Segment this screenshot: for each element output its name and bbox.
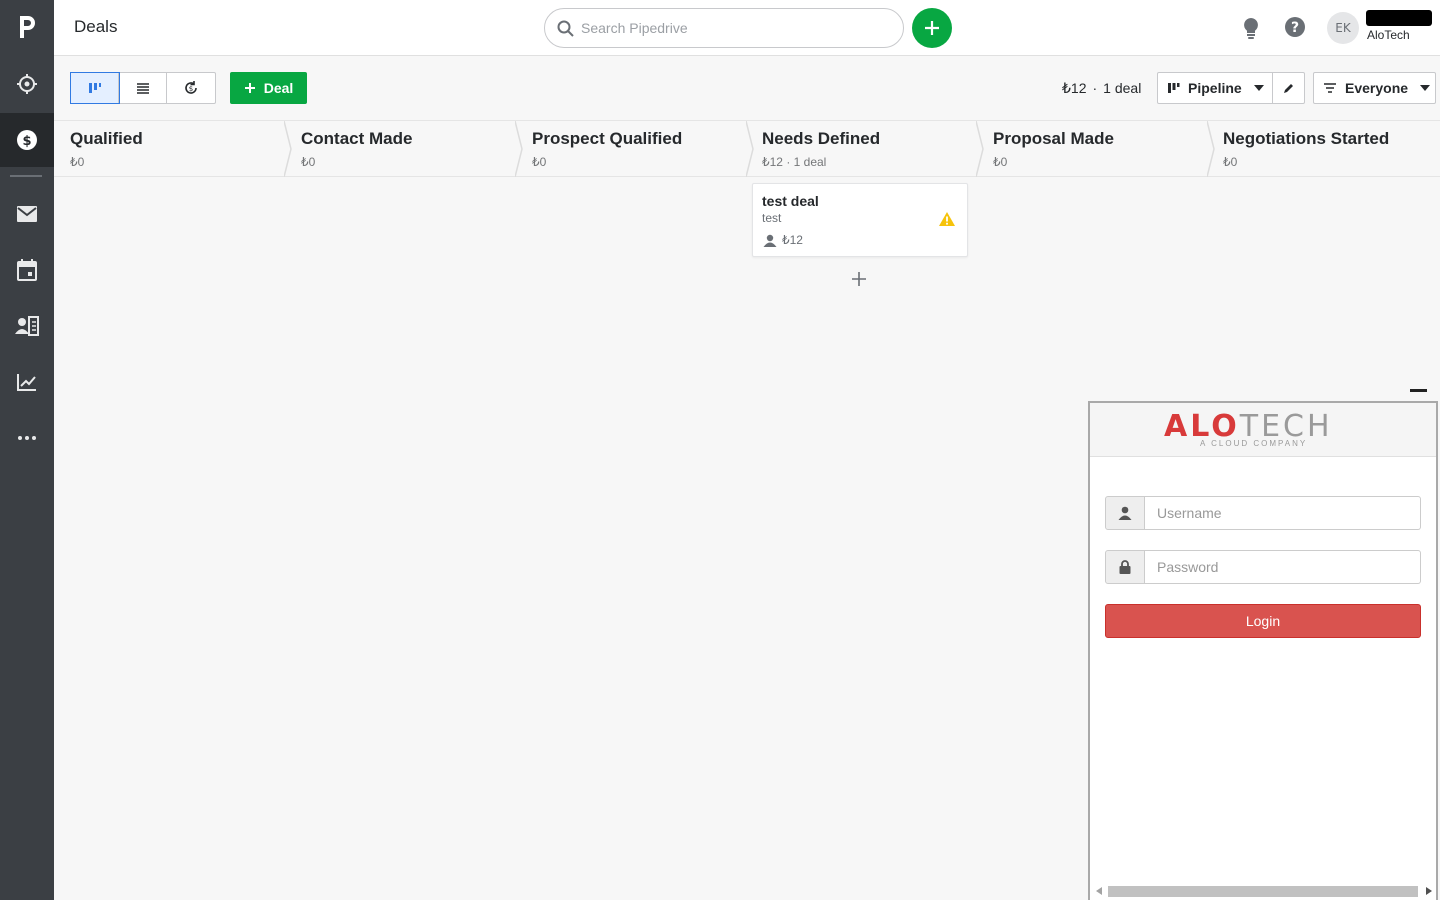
insights-chart-icon[interactable] [0, 355, 54, 409]
stage-summary: ₺0 [993, 155, 1008, 169]
scroll-right-arrow-icon[interactable] [1426, 887, 1432, 895]
alotech-logo: ALOTECH A CLOUD COMPANY [1164, 411, 1364, 451]
page-title: Deals [74, 17, 118, 36]
redacted-user-name [1366, 10, 1432, 26]
plus-icon [925, 21, 939, 35]
search-icon [557, 20, 575, 43]
quick-add-button[interactable] [912, 8, 952, 48]
pipeline-view-icon [88, 83, 101, 93]
search-box[interactable] [544, 8, 904, 48]
pencil-icon [1283, 84, 1293, 93]
sidebar: $ [0, 0, 54, 900]
stage-summary: ₺0 [301, 155, 316, 169]
login-button[interactable]: Login [1105, 604, 1421, 638]
view-switcher: $ [70, 72, 216, 104]
deal-organization: test [762, 211, 782, 225]
scrollbar-thumb[interactable] [1108, 886, 1418, 897]
username-input[interactable] [1145, 496, 1421, 530]
more-icon[interactable] [0, 411, 54, 465]
deal-value: ₺12 [782, 233, 803, 247]
forecast-view-button[interactable]: $ [167, 73, 215, 103]
avatar[interactable]: EK [1327, 12, 1359, 44]
forecast-icon: $ [185, 81, 197, 94]
deal-card[interactable]: test deal test ₺12 [752, 183, 968, 257]
pipeline-stages: Qualified ₺0 Contact Made ₺0 Prospect Qu… [54, 120, 1440, 177]
widget-header: ALOTECH A CLOUD COMPANY [1090, 403, 1436, 457]
filter-icon [1324, 83, 1336, 93]
svg-text:?: ? [1291, 20, 1299, 36]
search-input[interactable] [581, 17, 881, 39]
mail-icon[interactable] [0, 187, 54, 241]
widget-minimize-button[interactable] [1410, 389, 1427, 392]
stage-column: Prospect Qualified ₺0 [516, 121, 754, 177]
list-view-button[interactable] [119, 73, 167, 103]
pipeline-select[interactable]: Pipeline [1157, 72, 1273, 104]
stage-name: Negotiations Started [1223, 129, 1390, 148]
stage-name: Contact Made [301, 129, 413, 148]
deal-title[interactable]: test deal [762, 193, 819, 209]
sidebar-divider [10, 175, 42, 177]
calendar-icon[interactable] [0, 243, 54, 297]
stage-name: Proposal Made [993, 129, 1114, 148]
lock-icon [1105, 550, 1145, 584]
owner-filter-select[interactable]: Everyone [1313, 72, 1436, 104]
stage-column: Negotiations Started ₺0 [1207, 121, 1440, 177]
plus-icon [244, 83, 255, 93]
stage-column: Proposal Made ₺0 [977, 121, 1215, 177]
deals-dollar-icon[interactable]: $ [0, 113, 54, 167]
summary-separator: · [1092, 80, 1098, 96]
pipeline-summary: ₺12 · 1 deal [1062, 80, 1141, 97]
username-field [1105, 496, 1421, 530]
person-icon [763, 234, 777, 247]
lightbulb-icon[interactable] [1242, 17, 1260, 44]
add-deal-label: Deal [263, 80, 294, 96]
pipeline-view-button[interactable] [70, 72, 120, 104]
summary-value: ₺12 [1062, 80, 1087, 96]
pipeline-select-label: Pipeline [1188, 80, 1242, 96]
stage-summary: ₺0 [1223, 155, 1238, 169]
stage-summary: ₺0 [70, 155, 85, 169]
stage-name: Prospect Qualified [532, 129, 683, 148]
stage-summary: ₺0 [532, 155, 547, 169]
pipeline-icon [1168, 83, 1180, 93]
account-company-name[interactable]: AloTech [1367, 28, 1410, 42]
logo-tagline: A CLOUD COMPANY [1200, 439, 1308, 448]
chevron-down-icon [1253, 85, 1264, 91]
owner-filter-label: Everyone [1345, 80, 1409, 96]
contacts-icon[interactable] [0, 299, 54, 353]
horizontal-scrollbar[interactable] [1096, 884, 1432, 898]
warning-icon[interactable] [938, 211, 956, 227]
svg-text:$: $ [22, 134, 31, 149]
top-bar: Deals ? EK AloTech [54, 0, 1440, 56]
stage-summary: ₺12 · 1 deal [762, 155, 827, 169]
leads-target-icon[interactable] [0, 57, 54, 111]
stage-column: Qualified ₺0 [54, 121, 292, 177]
add-deal-button[interactable]: Deal [230, 72, 307, 104]
stage-name: Qualified [70, 129, 143, 148]
summary-count: 1 deal [1103, 80, 1142, 96]
stage-column: Contact Made ₺0 [285, 121, 523, 177]
user-icon [1105, 496, 1145, 530]
svg-text:$: $ [189, 85, 193, 93]
pipedrive-logo-icon[interactable] [0, 0, 54, 54]
scroll-left-arrow-icon[interactable] [1096, 887, 1102, 895]
edit-pipeline-button[interactable] [1273, 72, 1305, 104]
help-icon[interactable]: ? [1284, 16, 1306, 43]
password-field [1105, 550, 1421, 584]
alotech-login-widget: ALOTECH A CLOUD COMPANY Login [1088, 401, 1438, 900]
stage-name: Needs Defined [762, 129, 881, 148]
chevron-down-icon [1420, 85, 1431, 91]
list-view-icon [136, 83, 149, 94]
add-deal-to-stage-icon[interactable] [850, 270, 868, 288]
stage-column: Needs Defined ₺12 · 1 deal [746, 121, 984, 177]
password-input[interactable] [1145, 550, 1421, 584]
